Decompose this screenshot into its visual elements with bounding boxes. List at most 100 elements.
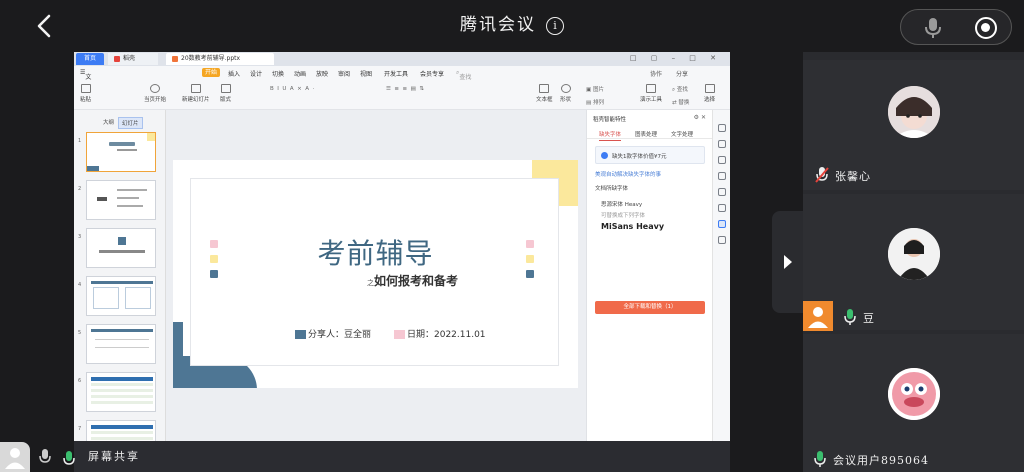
- menu-member[interactable]: 会员专享: [420, 69, 444, 78]
- window-buttons[interactable]: □ ▢ – □ ✕: [630, 54, 722, 62]
- record-icon[interactable]: [975, 17, 997, 39]
- app-status-bar: [74, 441, 730, 472]
- top-controls: [900, 9, 1012, 45]
- ribbon-arrange[interactable]: ▤ 排列: [586, 98, 604, 106]
- tab-missing-fonts[interactable]: 缺失字体: [599, 130, 622, 141]
- slide-title: 考前辅导: [317, 237, 434, 270]
- tool-icon[interactable]: [718, 204, 726, 212]
- slide-canvas[interactable]: 考前辅导 之如何报考和备考 分享人：豆全丽 日期：2022.11.01: [166, 110, 586, 472]
- ribbon-start-current-label: 当页开始: [144, 97, 167, 103]
- command-search[interactable]: ⌕ 查找命令、搜索模板: [456, 69, 471, 117]
- slide-thumbnail-2[interactable]: [86, 180, 156, 220]
- menu-review[interactable]: 审阅: [338, 69, 350, 78]
- collab-button[interactable]: 协作: [650, 69, 662, 78]
- microphone-icon[interactable]: [923, 17, 943, 43]
- ribbon-new-slide[interactable]: 新建幻灯片: [182, 84, 210, 103]
- presenter-icon: [646, 84, 656, 93]
- slide-number: 5: [78, 330, 82, 336]
- ribbon-picture-label: 图片: [592, 87, 604, 93]
- menu-home[interactable]: 开始: [202, 68, 221, 77]
- slide-number: 7: [78, 426, 82, 432]
- participant-name: 豆: [863, 312, 875, 325]
- info-icon[interactable]: i: [546, 16, 564, 35]
- collapse-participants-button[interactable]: [772, 211, 803, 313]
- tab-document[interactable]: 20数教考前辅导.pptx: [166, 53, 274, 65]
- ppt-file-icon: [172, 55, 178, 62]
- ribbon-layout[interactable]: 版式: [220, 84, 231, 103]
- ribbon-picture[interactable]: ▣ 图片: [586, 85, 604, 93]
- ribbon-select-label: 选择: [704, 97, 716, 103]
- microphone-on-icon[interactable]: [62, 450, 76, 468]
- slide-number: 4: [78, 282, 82, 288]
- person-icon: [808, 307, 828, 328]
- menu-bar: ☰ 文件 开始 插入 设计 切换 动画 放映 审阅 视图 开发工具 会员专享 ⌕…: [74, 66, 730, 117]
- slide-subtitle-text: 如何报考和备考: [374, 274, 459, 288]
- self-mini-tile[interactable]: [0, 442, 30, 472]
- tool-icon[interactable]: [718, 140, 726, 148]
- side-panel-close-icon[interactable]: ⚙ ✕: [694, 114, 706, 121]
- menu-view[interactable]: 视图: [360, 69, 372, 78]
- meeting-title: 腾讯会议 i: [0, 10, 1024, 35]
- paste-icon: [80, 84, 91, 93]
- docer-tool-icon[interactable]: [718, 220, 726, 228]
- menu-transition[interactable]: 切换: [272, 69, 284, 78]
- tool-icon[interactable]: [718, 124, 726, 132]
- font-controls[interactable]: B I U A × A ·: [270, 86, 314, 92]
- participant-card-1[interactable]: 张馨心: [803, 60, 1024, 190]
- tab-docer[interactable]: 稻壳: [108, 53, 158, 65]
- participant-card-2[interactable]: 豆: [803, 194, 1024, 330]
- tool-icon[interactable]: [718, 188, 726, 196]
- outline-tab[interactable]: 大纲: [100, 117, 117, 127]
- tool-icon[interactable]: [718, 156, 726, 164]
- slide-number: 2: [78, 186, 82, 192]
- participant-card-3[interactable]: 会议用户895064: [803, 334, 1024, 472]
- tool-icon[interactable]: [718, 172, 726, 180]
- slide-thumbnail-1[interactable]: [86, 132, 156, 172]
- notice-icon: [601, 152, 608, 159]
- current-slide[interactable]: 考前辅导 之如何报考和备考 分享人：豆全丽 日期：2022.11.01: [173, 160, 578, 388]
- ribbon-shape[interactable]: 形状: [560, 84, 571, 103]
- microphone-icon[interactable]: [38, 448, 52, 466]
- slides-tab[interactable]: 幻灯片: [118, 117, 143, 129]
- participant-name: 会议用户895064: [833, 454, 929, 467]
- top-bar: 腾讯会议 i: [0, 0, 1024, 52]
- ribbon-presenter-tools[interactable]: 演示工具: [640, 84, 662, 103]
- download-replace-button[interactable]: 全部下载和替换（1）: [595, 301, 705, 314]
- slide-thumbnail-3[interactable]: [86, 228, 156, 268]
- muted-mic-icon: [815, 167, 829, 183]
- ribbon-paste[interactable]: 粘贴: [80, 84, 91, 103]
- menu-developer[interactable]: 开发工具: [384, 69, 408, 78]
- ribbon-select[interactable]: 选择: [704, 84, 715, 103]
- docer-side-panel: 稻壳智能特性 ⚙ ✕ 缺失字体 图表处理 文字处理 缺失1款字体价值¥7元 美观…: [586, 110, 713, 472]
- menu-file[interactable]: ☰ 文件: [80, 69, 91, 90]
- menu-animation[interactable]: 动画: [294, 69, 306, 78]
- slide-number: 3: [78, 234, 82, 240]
- auto-fix-link[interactable]: 美观自动解决缺失字体的事: [595, 170, 661, 178]
- menu-design[interactable]: 设计: [250, 69, 262, 78]
- ribbon-find[interactable]: ⌕ 查找: [672, 85, 688, 94]
- self-video-tile[interactable]: [803, 301, 833, 331]
- slide-presenter-text: 分享人：豆全丽: [308, 330, 372, 340]
- paragraph-controls[interactable]: ☰ ≡ ≡ ▤ ⇅: [386, 86, 424, 92]
- slide-presenter: 分享人：豆全丽: [295, 327, 371, 340]
- tool-icon[interactable]: [718, 236, 726, 244]
- tab-chart-processing[interactable]: 图表处理: [635, 130, 657, 138]
- menu-slideshow[interactable]: 放映: [316, 69, 328, 78]
- new-slide-icon: [190, 84, 201, 93]
- replacement-font-name[interactable]: MiSans Heavy: [601, 222, 664, 231]
- slide-thumbnail-5[interactable]: [86, 324, 156, 364]
- tab-home[interactable]: 首页: [76, 53, 104, 65]
- play-icon: [150, 84, 160, 93]
- slide-thumbnails-panel: 大纲 幻灯片 1 2 3 4 5 6 7: [74, 110, 166, 472]
- ribbon-layout-label: 版式: [220, 97, 232, 103]
- menu-insert[interactable]: 插入: [228, 69, 240, 78]
- slide-thumbnail-6[interactable]: [86, 372, 156, 412]
- share-doc-button[interactable]: 分享: [676, 69, 688, 78]
- ribbon-replace[interactable]: ⇄ 替换: [672, 98, 689, 106]
- ribbon-textbox[interactable]: 文本框: [536, 84, 553, 103]
- ribbon-start-current[interactable]: 当页开始: [144, 84, 166, 103]
- date-marker: [394, 330, 405, 339]
- slide-thumbnail-4[interactable]: [86, 276, 156, 316]
- tab-text-processing[interactable]: 文字处理: [671, 130, 693, 138]
- person-icon: [5, 448, 25, 469]
